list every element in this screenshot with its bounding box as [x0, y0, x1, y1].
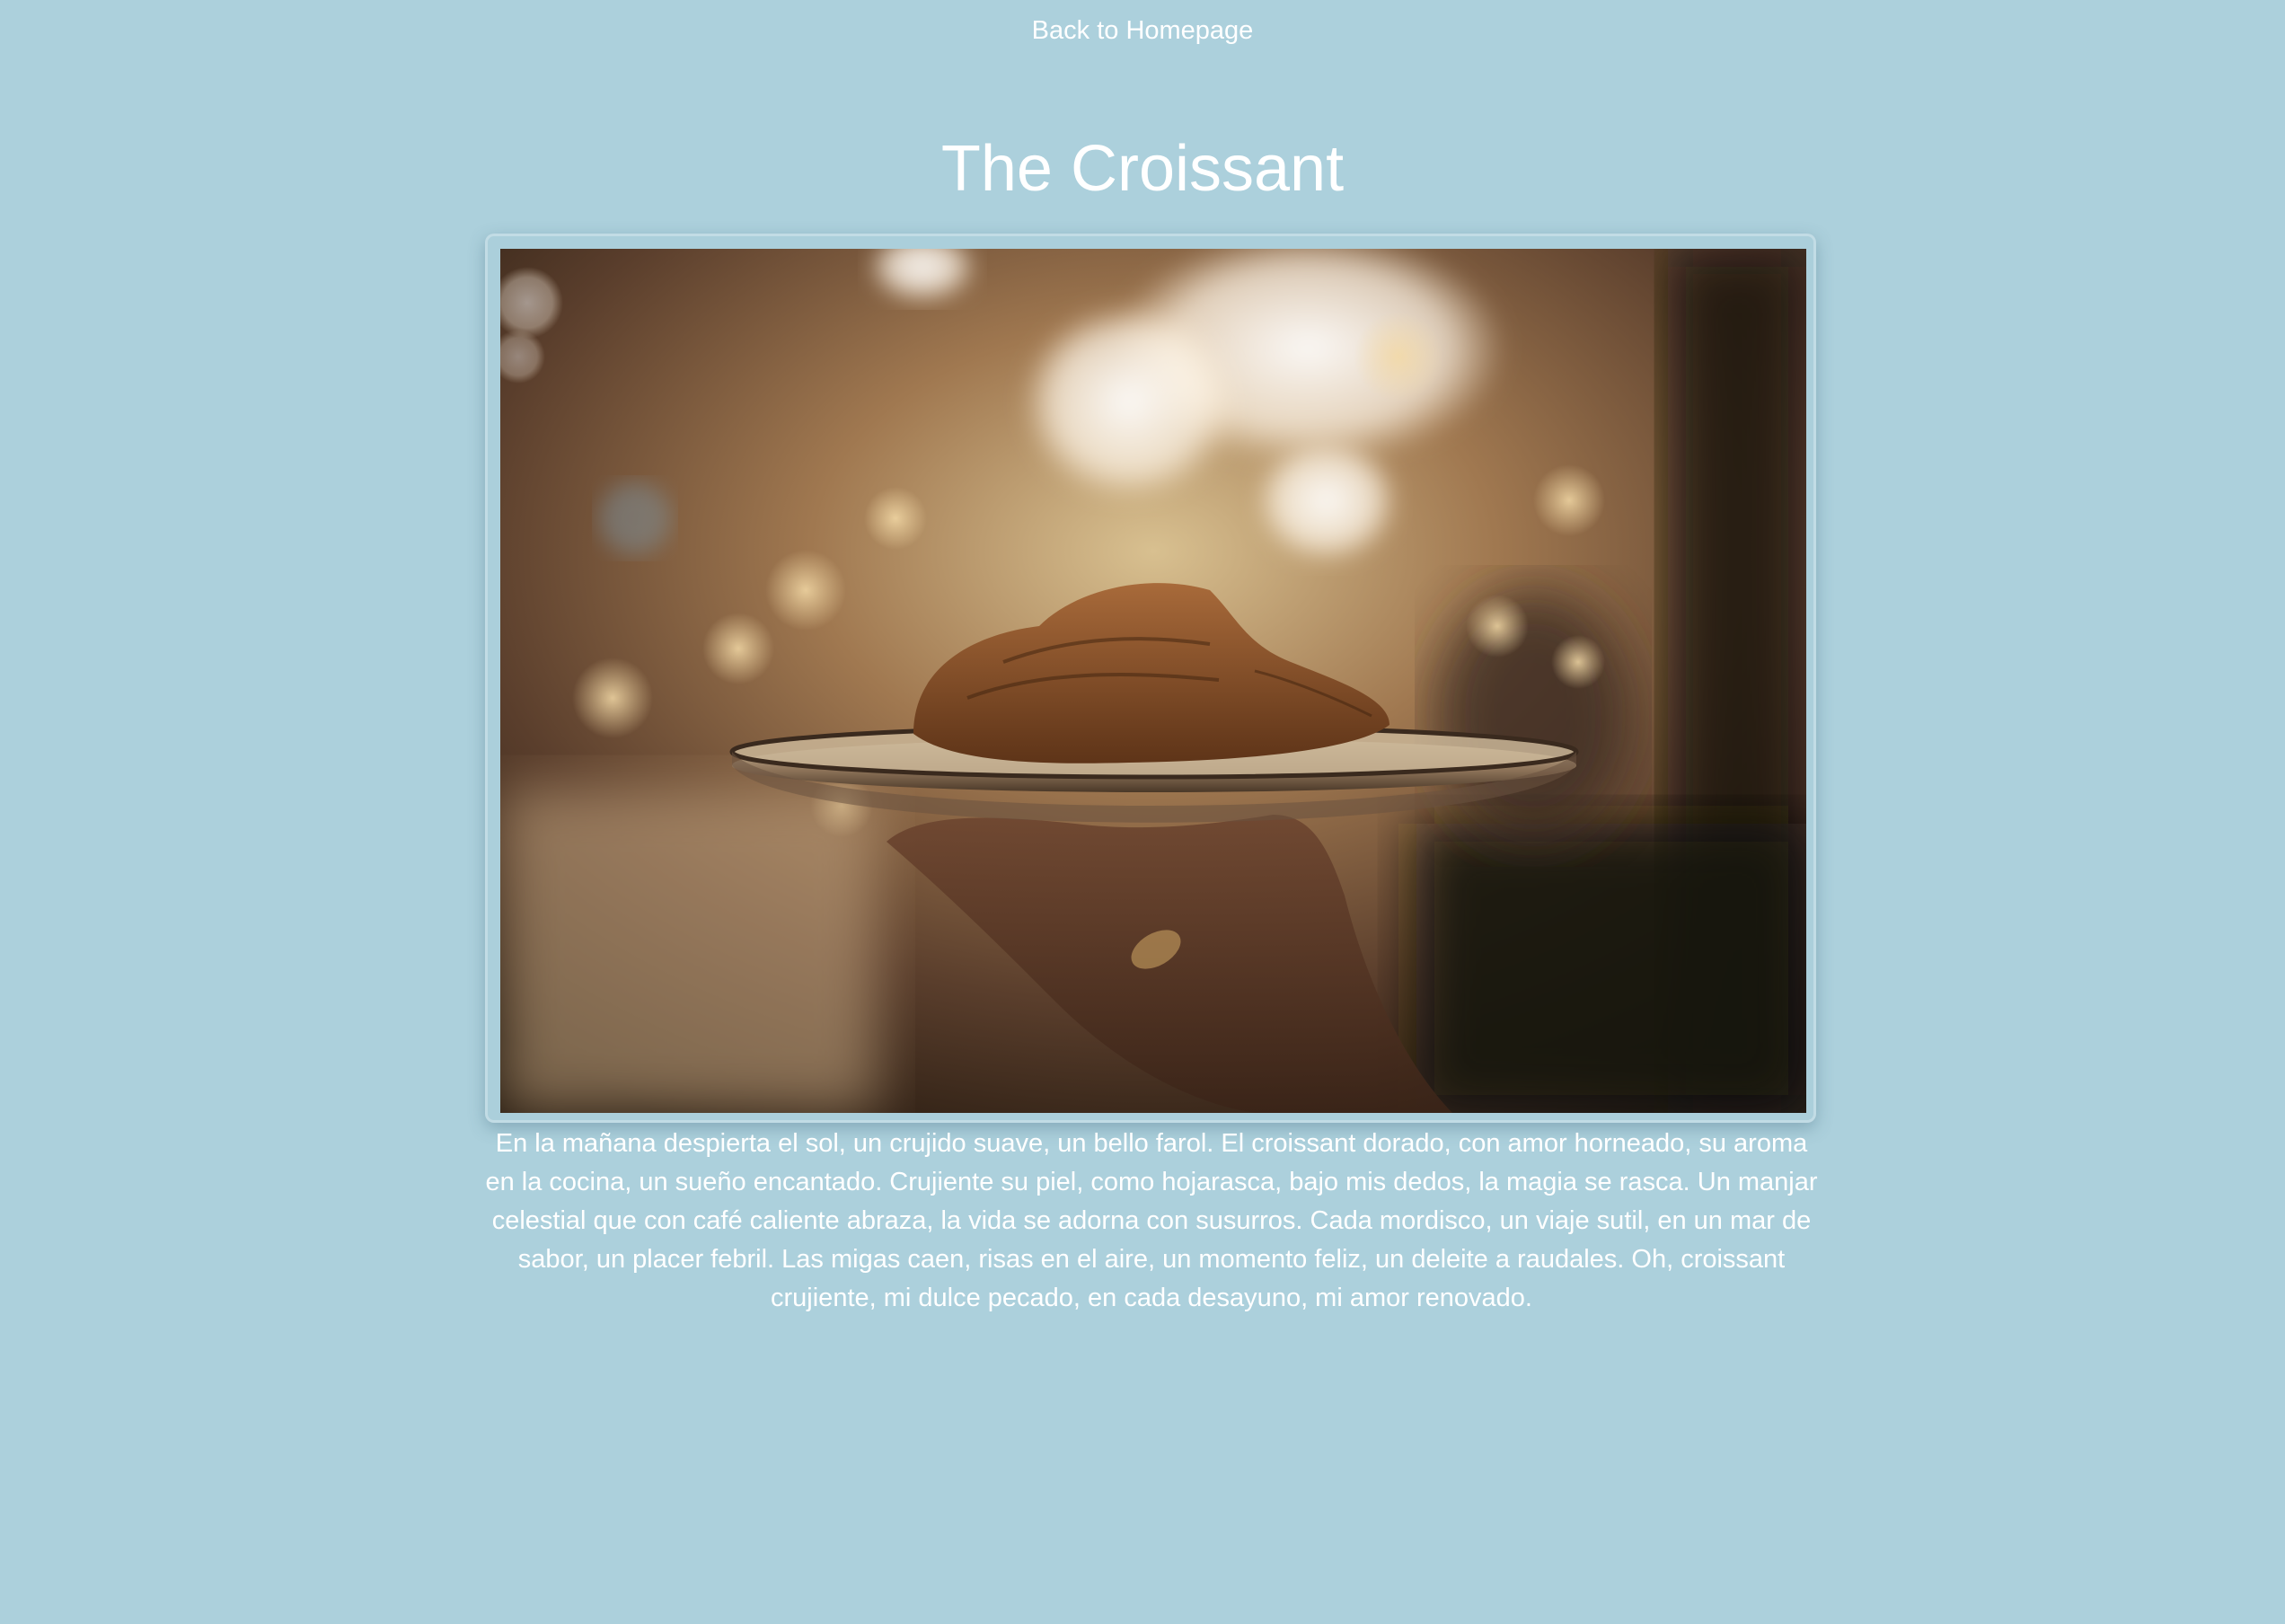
- back-to-homepage-link[interactable]: Back to Homepage: [0, 16, 2285, 46]
- croissant-photo: [500, 249, 1806, 1113]
- image-card: [485, 234, 1816, 1123]
- page-title: The Croissant: [940, 133, 1345, 205]
- poem-text: En la mañana despierta el sol, un crujid…: [485, 1129, 1818, 1312]
